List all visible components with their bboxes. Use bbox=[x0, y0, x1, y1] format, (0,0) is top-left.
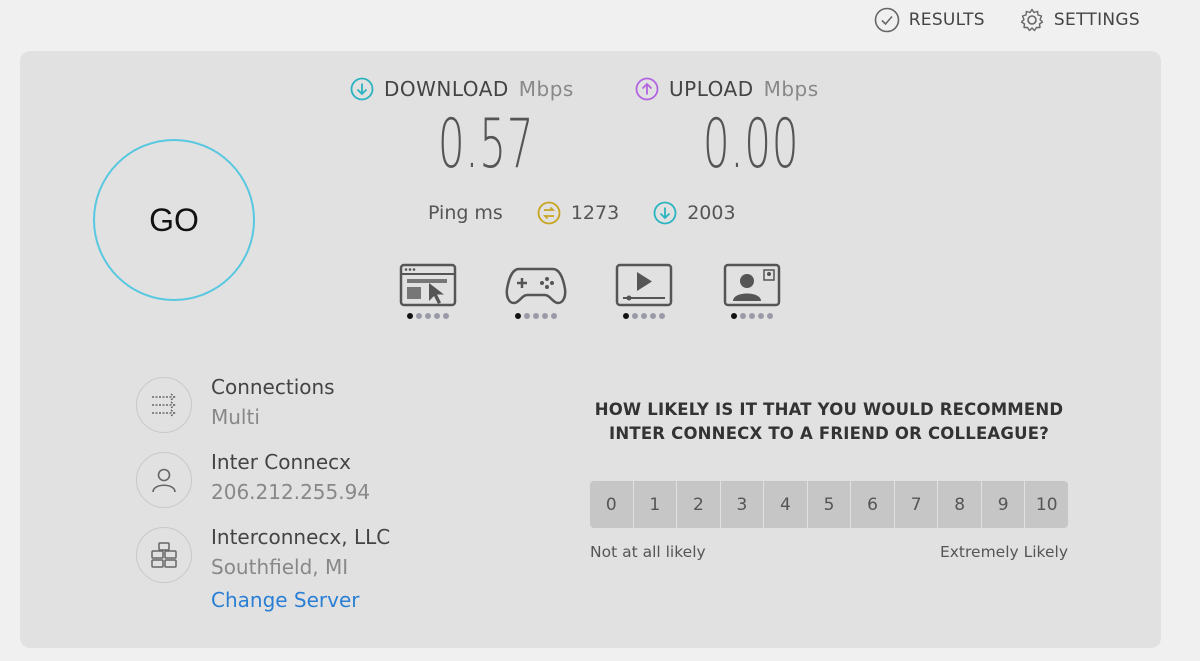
ping-idle: 1273 bbox=[537, 201, 619, 225]
download-arrow-icon bbox=[350, 77, 374, 101]
server-stack-icon bbox=[151, 542, 177, 568]
user-icon bbox=[152, 468, 176, 493]
server-icon-wrap bbox=[136, 527, 192, 583]
rating-option-7[interactable]: 7 bbox=[894, 481, 939, 528]
rating-option-2[interactable]: 2 bbox=[677, 481, 721, 528]
ping-download-value: 2003 bbox=[687, 202, 736, 224]
connections-icon-wrap bbox=[136, 377, 192, 433]
ping-row: Ping ms 1273 2003 bbox=[428, 201, 736, 225]
ping-unit: ms bbox=[474, 202, 503, 224]
rating-option-1[interactable]: 1 bbox=[633, 481, 678, 528]
download-header: DOWNLOAD Mbps bbox=[350, 77, 574, 101]
scale-low-label: Not at all likely bbox=[590, 543, 706, 561]
server-location: Southfield, MI bbox=[211, 555, 349, 579]
provider-name: Inter Connecx bbox=[211, 450, 351, 474]
rating-option-4[interactable]: 4 bbox=[764, 481, 808, 528]
video-streaming-rating bbox=[612, 263, 676, 327]
results-label: RESULTS bbox=[908, 10, 985, 30]
results-link[interactable]: RESULTS bbox=[874, 7, 985, 33]
survey-scale-labels: Not at all likely Extremely Likely bbox=[590, 543, 1068, 561]
rating-dots bbox=[515, 313, 557, 319]
rating-option-5[interactable]: 5 bbox=[807, 481, 852, 528]
provider-info: Inter Connecx 206.212.255.94 bbox=[136, 448, 370, 508]
connections-info: Connections Multi bbox=[136, 373, 335, 433]
go-button[interactable]: GO bbox=[93, 139, 255, 301]
rating-option-6[interactable]: 6 bbox=[851, 481, 895, 528]
gaming-icon bbox=[505, 267, 567, 305]
check-circle-icon bbox=[874, 7, 899, 33]
video-chat-rating bbox=[720, 263, 784, 327]
survey-scale: 0 1 2 3 4 5 6 7 8 9 10 bbox=[590, 481, 1068, 528]
settings-link[interactable]: SETTINGS bbox=[1019, 7, 1140, 33]
upload-unit: Mbps bbox=[763, 77, 819, 101]
video-streaming-icon bbox=[615, 263, 673, 307]
server-info: Interconnecx, LLC Southfield, MI Change … bbox=[136, 523, 390, 617]
upload-arrow-icon bbox=[635, 77, 659, 101]
download-unit: Mbps bbox=[518, 77, 574, 101]
gaming-rating bbox=[504, 263, 568, 327]
upload-label: UPLOAD bbox=[669, 77, 754, 101]
rating-dots bbox=[623, 313, 665, 319]
rating-dots bbox=[407, 313, 449, 319]
change-server-link[interactable]: Change Server bbox=[211, 583, 390, 617]
provider-ip: 206.212.255.94 bbox=[211, 480, 371, 504]
speedtest-panel: GO DOWNLOAD Mbps 0.57 UPLOAD Mbps 0.00 P… bbox=[20, 51, 1161, 648]
connections-title: Connections bbox=[211, 375, 335, 399]
download-speed-value: 0.57 bbox=[437, 105, 535, 184]
idle-latency-icon bbox=[537, 201, 561, 225]
scale-high-label: Extremely Likely bbox=[939, 543, 1068, 561]
rating-option-10[interactable]: 10 bbox=[1025, 481, 1068, 528]
web-browsing-icon bbox=[399, 263, 457, 307]
video-chat-icon bbox=[723, 263, 781, 307]
gear-icon bbox=[1020, 8, 1044, 32]
rating-option-0[interactable]: 0 bbox=[590, 481, 634, 528]
multi-connection-arrows-icon bbox=[152, 393, 176, 417]
upload-speed-value: 0.00 bbox=[702, 105, 800, 184]
rating-dots bbox=[731, 313, 773, 319]
settings-label: SETTINGS bbox=[1053, 10, 1140, 30]
upload-header: UPLOAD Mbps bbox=[635, 77, 819, 101]
provider-icon-wrap bbox=[136, 452, 192, 508]
top-nav: RESULTS SETTINGS bbox=[874, 7, 1140, 33]
survey-question: HOW LIKELY IS IT THAT YOU WOULD RECOMMEN… bbox=[594, 400, 1064, 443]
rating-option-3[interactable]: 3 bbox=[720, 481, 765, 528]
ping-download: 2003 bbox=[653, 201, 736, 225]
rating-option-8[interactable]: 8 bbox=[938, 481, 982, 528]
connections-value: Multi bbox=[211, 405, 260, 429]
download-label: DOWNLOAD bbox=[384, 77, 509, 101]
server-name: Interconnecx, LLC bbox=[211, 525, 391, 549]
ping-label: Ping bbox=[428, 202, 469, 224]
ping-idle-value: 1273 bbox=[570, 202, 620, 224]
web-browsing-rating bbox=[396, 263, 460, 327]
rating-option-9[interactable]: 9 bbox=[981, 481, 1026, 528]
download-latency-icon bbox=[653, 201, 677, 225]
